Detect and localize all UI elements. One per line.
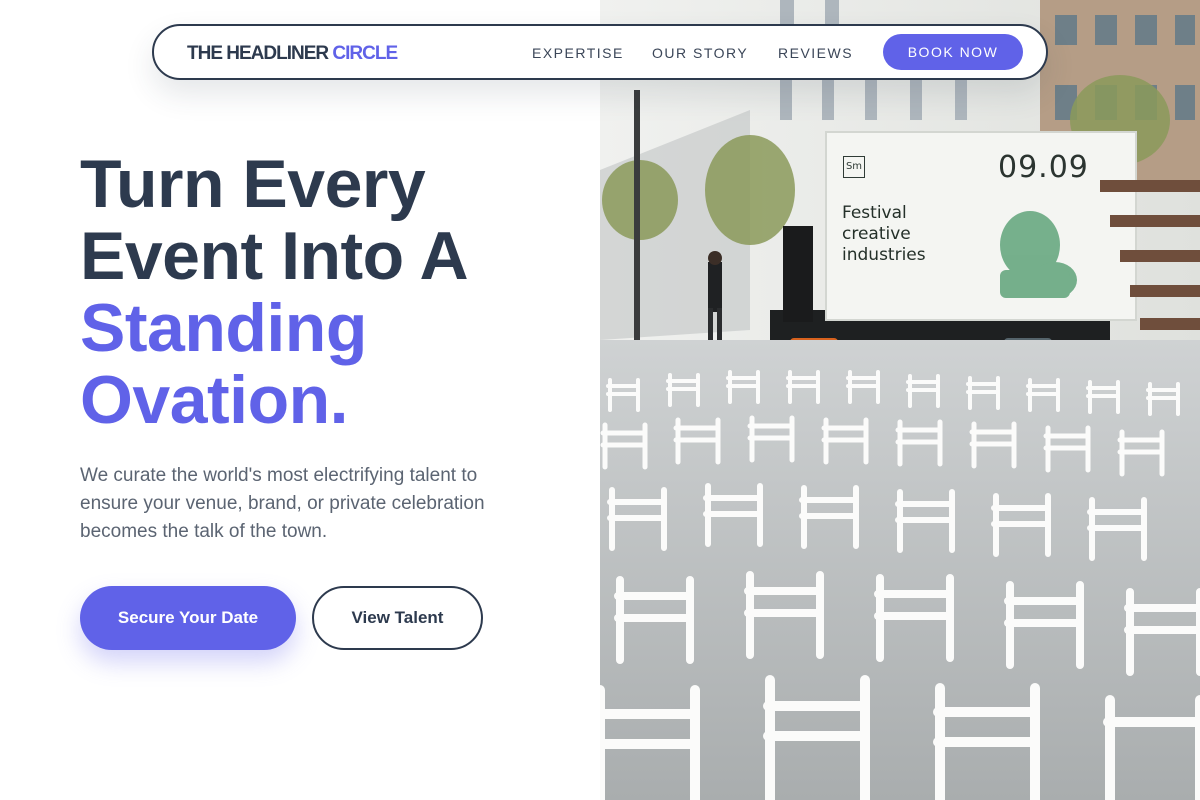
- top-navbar: THE HEADLINER CIRCLE EXPERTISE OUR STORY…: [152, 24, 1048, 80]
- brand-main: THE HEADLINER: [187, 43, 329, 64]
- hero-title-line-4: Ovation.: [80, 362, 349, 438]
- nav-link-our-story[interactable]: OUR STORY: [652, 45, 748, 61]
- hero-title: Turn Every Event Into A Standing Ovation…: [80, 146, 469, 438]
- screen-logo: Sm: [843, 156, 865, 178]
- hero-title-line-1: Turn Every: [80, 146, 426, 222]
- hero-photo: Sm 09.09 Festival creative industries: [600, 0, 1200, 800]
- screen-date: 09.09: [998, 150, 1089, 185]
- screen-title: Festival creative industries: [842, 203, 926, 265]
- view-talent-button[interactable]: View Talent: [312, 586, 483, 650]
- book-now-button[interactable]: BOOK NOW: [883, 34, 1023, 70]
- brand-accent: CIRCLE: [332, 43, 398, 64]
- hero-title-line-3: Standing: [80, 290, 367, 366]
- nav-link-reviews[interactable]: REVIEWS: [778, 45, 853, 61]
- hero-title-line-2: Event Into A: [80, 218, 469, 294]
- brand-logo[interactable]: THE HEADLINER CIRCLE: [187, 43, 398, 65]
- secure-date-button[interactable]: Secure Your Date: [80, 586, 296, 650]
- hero-subtitle: We curate the world's most electrifying …: [80, 465, 485, 542]
- nav-link-expertise[interactable]: EXPERTISE: [532, 45, 624, 61]
